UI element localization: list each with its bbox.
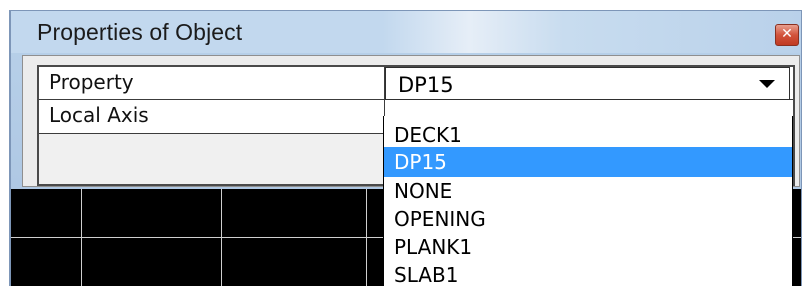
- window-title: Properties of Object: [37, 19, 243, 45]
- dropdown-option-opening[interactable]: OPENING: [384, 204, 792, 234]
- property-label: Property: [39, 67, 385, 99]
- property-dropdown-list[interactable]: DECK1 DP15 NONE OPENING PLANK1 SLAB1: [383, 116, 793, 286]
- dropdown-option-deck1[interactable]: DECK1: [384, 120, 792, 150]
- close-button[interactable]: ✕: [775, 24, 799, 46]
- dropdown-option-plank1[interactable]: PLANK1: [384, 232, 792, 262]
- dropdown-option-dp15[interactable]: DP15: [384, 147, 792, 177]
- dropdown-option-none[interactable]: NONE: [384, 176, 792, 206]
- property-combobox-value: DP15: [398, 73, 454, 97]
- title-bar[interactable]: Properties of Object ✕: [11, 11, 801, 53]
- local-axis-label: Local Axis: [39, 100, 385, 133]
- chevron-down-icon[interactable]: [759, 80, 775, 88]
- property-combobox[interactable]: DP15: [385, 67, 790, 100]
- property-row: Property DP15: [39, 67, 793, 100]
- dropdown-option-slab1[interactable]: SLAB1: [384, 260, 792, 286]
- close-icon: ✕: [781, 26, 793, 42]
- screenshot-frame: Properties of Object ✕ Property DP15 Loc…: [0, 0, 803, 286]
